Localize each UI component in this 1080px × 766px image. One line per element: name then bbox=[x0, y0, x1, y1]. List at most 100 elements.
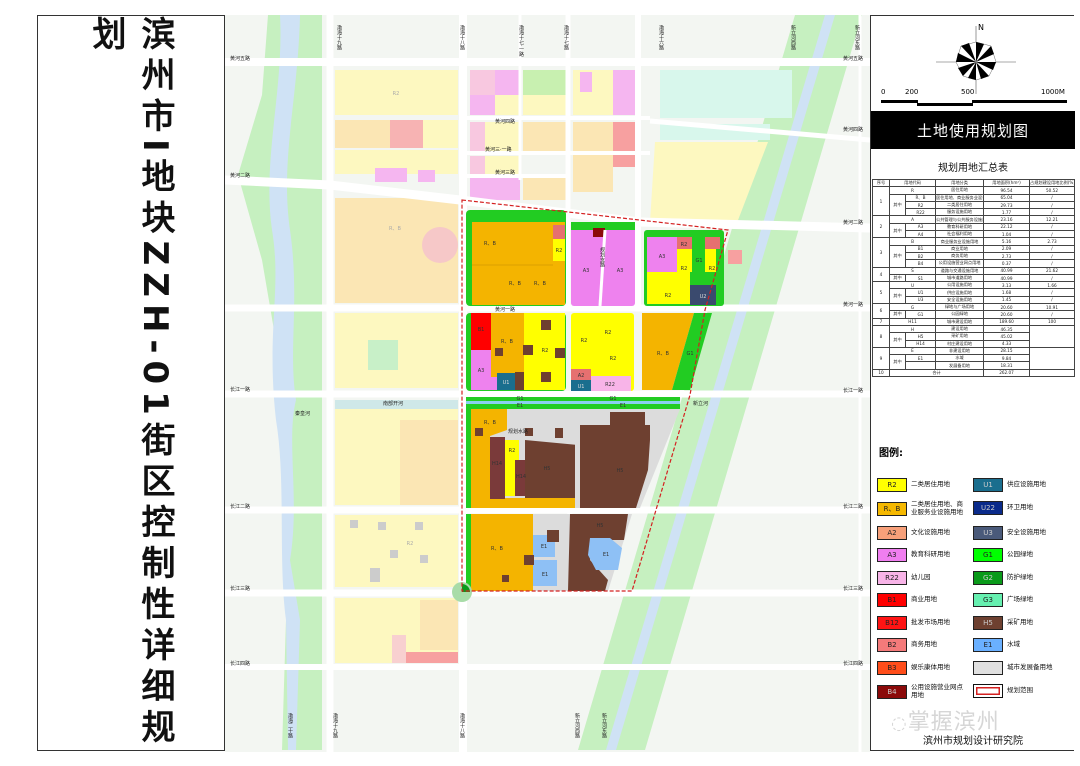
water-label: 新立河 bbox=[693, 400, 708, 407]
table-row: 6 G 绿地与广场用地 20.60 10.91 bbox=[872, 303, 1076, 319]
land-code: E1 bbox=[904, 354, 937, 363]
block-label: A3 bbox=[583, 268, 590, 274]
block-label: G1 bbox=[609, 396, 616, 402]
road-label: 新立河东路 bbox=[854, 24, 860, 51]
land-category: 绿地与广场用地 bbox=[935, 303, 985, 312]
land-ratio: 100 bbox=[1029, 317, 1076, 326]
row-number: 9 bbox=[872, 346, 890, 370]
road-label: 长江四路 bbox=[843, 660, 863, 667]
table-row: 3 B 商业服务业设施用地 5.16 2.73 bbox=[872, 237, 1076, 268]
land-ratio: / bbox=[1029, 295, 1076, 305]
land-code: H bbox=[888, 324, 937, 334]
block-label: R、B bbox=[657, 351, 669, 357]
block-label: E1 bbox=[620, 403, 626, 409]
north-compass-icon: N bbox=[936, 23, 1016, 94]
scale-bar: 0 200 500 1000M bbox=[881, 88, 1067, 108]
header-cell: 用地分类 bbox=[935, 178, 985, 188]
land-area: 23.16 bbox=[983, 215, 1031, 224]
info-panel: N 0 200 500 1000M 土地使用规划图 规划用地汇总表 序号 用地代… bbox=[870, 16, 1076, 750]
institute-name: 滨州市规划设计研究院 bbox=[923, 736, 1023, 747]
road-label: 渤海十九路 bbox=[332, 712, 338, 739]
land-ratio: / bbox=[1029, 310, 1076, 319]
land-ratio: / bbox=[1029, 200, 1076, 210]
land-ratio: / bbox=[1029, 273, 1076, 283]
road-label: 渤海十八路 bbox=[459, 712, 465, 739]
legend-label: 采矿用地 bbox=[1007, 618, 1033, 627]
legend-label: 二类居住用地 bbox=[911, 480, 950, 489]
block-label: R、B bbox=[484, 241, 496, 247]
road-label: 长江二路 bbox=[843, 503, 863, 510]
land-ratio: 1.66 bbox=[1029, 281, 1076, 290]
legend-item: B2 商务用地 bbox=[877, 638, 967, 652]
legend-swatch: U1 bbox=[973, 478, 1003, 492]
road-label: 长江四路 bbox=[230, 660, 250, 667]
land-category: 公用设施营业网点用地 bbox=[935, 259, 985, 268]
land-area: 9.84 bbox=[983, 354, 1031, 363]
table-row: 5 U 公用设施用地 3.13 1.66 bbox=[872, 281, 1076, 305]
land-ratio: / bbox=[1029, 244, 1076, 253]
legend-label: 娱乐康体用地 bbox=[911, 663, 950, 672]
land-category: 二类居住用地 bbox=[935, 200, 985, 210]
land-area: 1.04 bbox=[983, 230, 1031, 239]
land-code: R2 bbox=[904, 200, 937, 210]
legend-swatch: E1 bbox=[973, 638, 1003, 652]
land-category: 非建设用地 bbox=[935, 346, 985, 356]
road-label: 黄河四路 bbox=[843, 126, 863, 133]
land-area: 1.45 bbox=[983, 295, 1031, 305]
legend-label: 防护绿地 bbox=[1007, 573, 1033, 582]
road-label: 黄河四路 bbox=[495, 118, 515, 125]
table-subrow: 其中 S1 城市道路用地 40.99/ bbox=[873, 273, 1076, 283]
road-label: 黄河一路 bbox=[495, 306, 515, 313]
land-code: A3 bbox=[904, 222, 937, 232]
land-area: 3.13 bbox=[983, 281, 1031, 290]
block-label: R、B bbox=[389, 226, 401, 232]
road-label: 新立河西路 bbox=[790, 24, 796, 51]
land-code: R bbox=[888, 186, 937, 195]
block-label: U1 bbox=[503, 380, 510, 386]
road-label: 长江三路 bbox=[843, 585, 863, 592]
land-area: 65.04 bbox=[983, 193, 1031, 202]
block-label: R2 bbox=[681, 242, 688, 248]
road-label: 规划水路 bbox=[508, 428, 528, 435]
land-category: 供应设施用地 bbox=[935, 288, 985, 297]
legend-item: A2 文化设施用地 bbox=[877, 526, 967, 540]
legend-swatch: H5 bbox=[973, 616, 1003, 630]
land-code: H14 bbox=[904, 339, 937, 348]
land-use-summary-table: 序号 用地代码 用地分类 用地面积(hm²) 占规划建设用地比例(%) 1 R 居住… bbox=[872, 178, 1076, 378]
block-label: H5 bbox=[597, 523, 604, 529]
land-category: 公园绿地 bbox=[935, 310, 985, 319]
land-code: R22 bbox=[904, 208, 937, 217]
legend-item: R2 二类居住用地 bbox=[877, 478, 967, 492]
road-label: 黄河五路 bbox=[230, 55, 250, 62]
map-title: 土地使用规划图 bbox=[871, 111, 1075, 149]
block-label: H5 bbox=[617, 468, 624, 474]
land-code: B2 bbox=[904, 251, 937, 261]
legend-swatch: R22 bbox=[877, 571, 907, 585]
table-title: 规划用地汇总表 bbox=[938, 163, 1008, 174]
land-ratio: 12.21 bbox=[1029, 215, 1076, 224]
table-subrow: 其中 A3 教育科研用地 22.12/ bbox=[873, 222, 1076, 239]
table-subrow: 其中 U1 供应设施用地 1.68/ bbox=[873, 288, 1076, 305]
road-label: 黄河二路 bbox=[843, 219, 863, 226]
water-label: 秦皇河 bbox=[295, 410, 310, 417]
land-code: E bbox=[888, 346, 937, 356]
land-use-map: R、B R、B R、B R2 A3 A3 A3 R2 R2 R2 R2 U2 G… bbox=[225, 15, 870, 752]
road-label: 渤海十七路 bbox=[563, 24, 569, 51]
land-code: G bbox=[888, 303, 937, 312]
block-label: R2 bbox=[393, 91, 400, 97]
road-label: 渤海十九路 bbox=[336, 24, 342, 51]
land-ratio: 50.52 bbox=[1029, 186, 1076, 195]
land-area: 2.09 bbox=[983, 244, 1031, 253]
land-code bbox=[904, 361, 937, 370]
block-label: R2 bbox=[542, 348, 549, 354]
row-number: 1 bbox=[872, 186, 890, 217]
block-label: R2 bbox=[407, 541, 414, 547]
land-category: 采矿用地 bbox=[935, 332, 985, 341]
legend-label: 公园绿地 bbox=[1007, 550, 1033, 559]
sub-label: 其中 bbox=[889, 354, 906, 370]
land-area: 4.33 bbox=[983, 339, 1031, 348]
block-label: R、B bbox=[484, 420, 496, 426]
land-ratio bbox=[1029, 368, 1076, 378]
row-number: 3 bbox=[872, 237, 890, 268]
block-label: A3 bbox=[659, 254, 666, 260]
